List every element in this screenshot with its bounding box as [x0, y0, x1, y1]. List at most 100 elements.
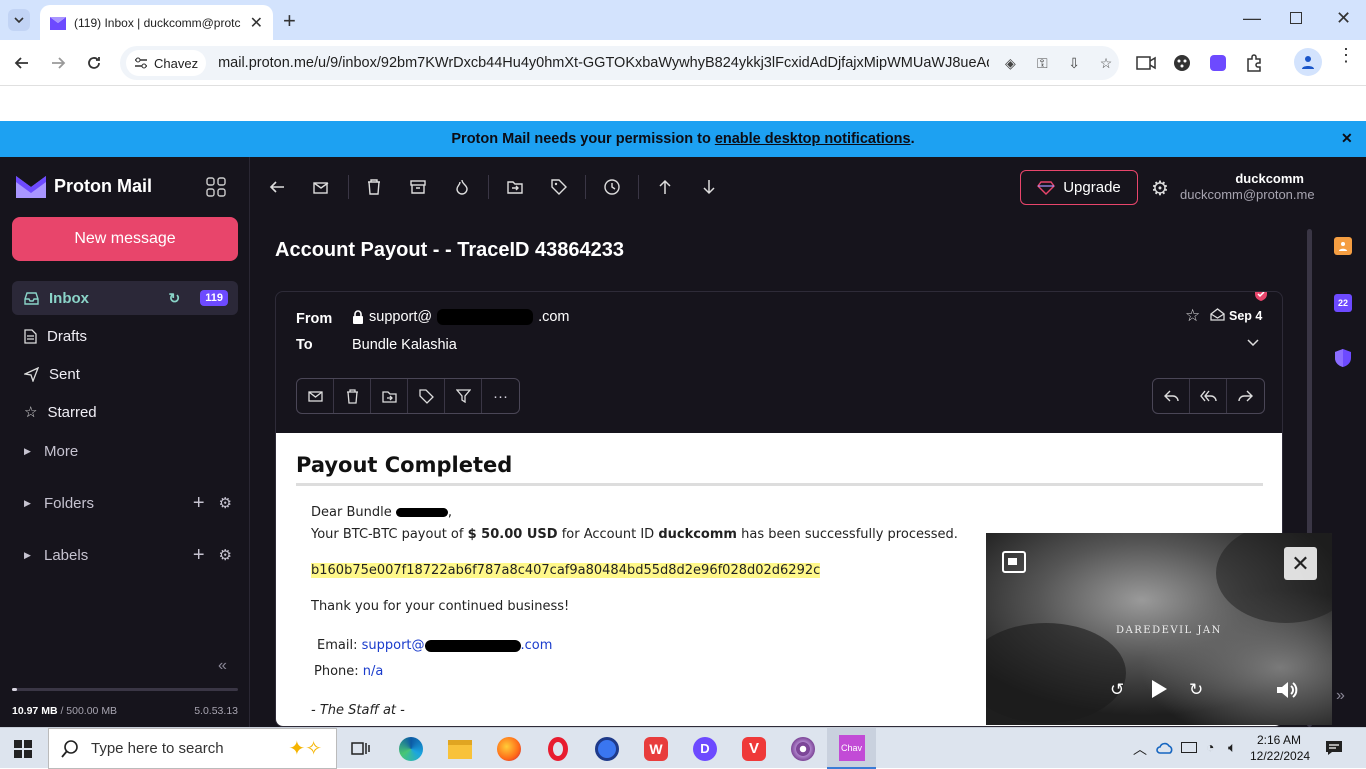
- back-to-list-icon[interactable]: [265, 177, 289, 197]
- snooze-clock-icon[interactable]: [600, 177, 624, 197]
- mark-unread-icon[interactable]: [297, 379, 334, 413]
- speaker-icon[interactable]: 🔈︎: [1228, 739, 1236, 756]
- browser-menu-icon[interactable]: ⋮: [1337, 46, 1355, 64]
- from-address[interactable]: support@ .com: [352, 309, 570, 325]
- enable-notifications-link[interactable]: enable desktop notifications: [715, 131, 911, 147]
- window-restore-button[interactable]: [1290, 12, 1302, 24]
- show-hidden-icons[interactable]: ︿: [1133, 739, 1147, 759]
- new-tab-button[interactable]: +: [283, 8, 296, 34]
- extension-icon[interactable]: [1169, 50, 1195, 76]
- banner-close-icon[interactable]: ✕: [1341, 130, 1353, 147]
- sidebar-item-drafts[interactable]: Drafts: [12, 319, 238, 353]
- sidebar-item-sent[interactable]: Sent: [12, 357, 238, 391]
- upgrade-button[interactable]: Upgrade: [1020, 170, 1138, 205]
- reload-icon[interactable]: [81, 50, 107, 76]
- bookmark-star-icon[interactable]: ☆: [1093, 50, 1119, 76]
- windows-start-icon[interactable]: [14, 740, 32, 758]
- collapse-sidebar-icon[interactable]: «: [218, 657, 227, 675]
- tor-browser-icon[interactable]: [788, 734, 818, 764]
- sidebar-folders-group[interactable]: ▶ Folders + ⚙: [12, 486, 238, 520]
- add-label-icon[interactable]: +: [193, 544, 205, 567]
- label-tag-icon[interactable]: [547, 177, 571, 197]
- active-chrome-profile-app[interactable]: Chav: [827, 728, 876, 769]
- calendar-app-icon[interactable]: 22: [1334, 294, 1352, 312]
- firefox-icon[interactable]: [494, 734, 524, 764]
- forward-10-icon[interactable]: ↻: [1189, 680, 1203, 700]
- wps-office-icon[interactable]: W: [641, 734, 671, 764]
- battery-icon[interactable]: [1181, 742, 1197, 753]
- media-icon[interactable]: [1133, 50, 1159, 76]
- rewind-10-icon[interactable]: ↺: [1110, 680, 1124, 700]
- wifi-icon[interactable]: ◔: [1206, 739, 1214, 755]
- proton-pass-icon[interactable]: D: [690, 734, 720, 764]
- reply-icon[interactable]: [1153, 379, 1190, 413]
- refresh-icon[interactable]: ↻: [169, 290, 181, 307]
- extensions-puzzle-icon[interactable]: [1241, 50, 1267, 76]
- play-icon[interactable]: [1150, 679, 1168, 699]
- to-recipient[interactable]: Bundle Kalashia: [352, 337, 457, 353]
- mark-unread-icon[interactable]: [309, 177, 333, 197]
- taskbar-search-box[interactable]: Type here to search ✦✧: [48, 728, 337, 769]
- tab-close-icon[interactable]: ✕: [250, 13, 263, 33]
- next-message-icon[interactable]: [697, 177, 721, 197]
- pip-video-player[interactable]: ✕ DAREDEVIL JAN ↺ ↻: [986, 533, 1332, 725]
- trash-icon[interactable]: [334, 379, 371, 413]
- tab-search-button[interactable]: [8, 9, 30, 31]
- filter-icon[interactable]: [445, 379, 482, 413]
- forward-icon[interactable]: [45, 50, 71, 76]
- folder-settings-icon[interactable]: ⚙: [219, 494, 232, 512]
- back-icon[interactable]: [9, 50, 35, 76]
- move-to-folder-icon[interactable]: [371, 379, 408, 413]
- contacts-app-icon[interactable]: [1334, 237, 1352, 255]
- notification-center-icon[interactable]: [1325, 740, 1343, 756]
- window-close-button[interactable]: ✕: [1336, 8, 1351, 29]
- back-to-tab-icon[interactable]: [1000, 533, 1028, 576]
- edge-browser-icon[interactable]: [396, 734, 426, 764]
- new-message-button[interactable]: New message: [12, 217, 238, 261]
- password-key-icon[interactable]: ⚿: [1029, 50, 1055, 76]
- proton-mail-logo[interactable]: Proton Mail: [16, 174, 152, 198]
- spam-fire-icon[interactable]: [450, 177, 474, 197]
- sidebar-item-starred[interactable]: ☆ Starred: [12, 395, 238, 429]
- user-menu[interactable]: duckcomm duckcomm@proton.me: [1180, 171, 1315, 203]
- opera-icon[interactable]: [543, 734, 573, 764]
- label-settings-icon[interactable]: ⚙: [219, 546, 232, 564]
- sidebar-item-inbox[interactable]: Inbox ↻ 119: [12, 281, 238, 315]
- settings-gear-icon[interactable]: ⚙: [1151, 176, 1169, 201]
- apps-grid-icon[interactable]: [206, 177, 226, 197]
- pip-close-button[interactable]: ✕: [1284, 547, 1317, 580]
- task-view-icon[interactable]: [346, 734, 376, 764]
- sidebar-item-more[interactable]: ▶ More: [12, 434, 238, 468]
- support-email-link[interactable]: support@ .com: [362, 638, 553, 653]
- expand-details-icon[interactable]: [1247, 339, 1259, 346]
- from-label: From: [296, 311, 333, 327]
- profile-chip[interactable]: Chavez: [126, 50, 207, 76]
- signal-icon[interactable]: [592, 734, 622, 764]
- proton-extension-icon[interactable]: [1205, 50, 1231, 76]
- file-explorer-icon[interactable]: [445, 734, 475, 764]
- onedrive-icon[interactable]: [1156, 740, 1174, 754]
- browser-tab[interactable]: (119) Inbox | duckcomm@protc ✕: [40, 5, 273, 40]
- window-minimize-button[interactable]: —: [1243, 8, 1261, 29]
- volume-icon[interactable]: [1276, 680, 1298, 700]
- install-app-icon[interactable]: ⇩: [1061, 50, 1087, 76]
- previous-message-icon[interactable]: [653, 177, 677, 197]
- vivaldi-icon[interactable]: V: [739, 734, 769, 764]
- browser-toolbar: Chavez mail.proton.me/u/9/inbox/92bm7KWr…: [0, 40, 1366, 86]
- profile-avatar-icon[interactable]: [1294, 48, 1322, 76]
- sidebar-labels-group[interactable]: ▶ Labels + ⚙: [12, 538, 238, 572]
- vpn-shield-icon[interactable]: [1334, 348, 1352, 368]
- clock[interactable]: 2:16 AM 12/22/2024: [1250, 732, 1310, 764]
- add-folder-icon[interactable]: +: [193, 492, 205, 515]
- more-options-icon[interactable]: ···: [482, 379, 519, 413]
- label-tag-icon[interactable]: [408, 379, 445, 413]
- address-bar[interactable]: Chavez mail.proton.me/u/9/inbox/92bm7KWr…: [120, 46, 1119, 80]
- lens-icon[interactable]: ◈: [997, 50, 1023, 76]
- message-star-icon[interactable]: ☆: [1185, 306, 1200, 326]
- forward-icon[interactable]: [1227, 379, 1264, 413]
- move-to-folder-icon[interactable]: [503, 177, 527, 197]
- reply-all-icon[interactable]: [1190, 379, 1227, 413]
- trash-icon[interactable]: [362, 177, 386, 197]
- archive-icon[interactable]: [406, 177, 430, 197]
- expand-rail-icon[interactable]: »: [1336, 687, 1345, 705]
